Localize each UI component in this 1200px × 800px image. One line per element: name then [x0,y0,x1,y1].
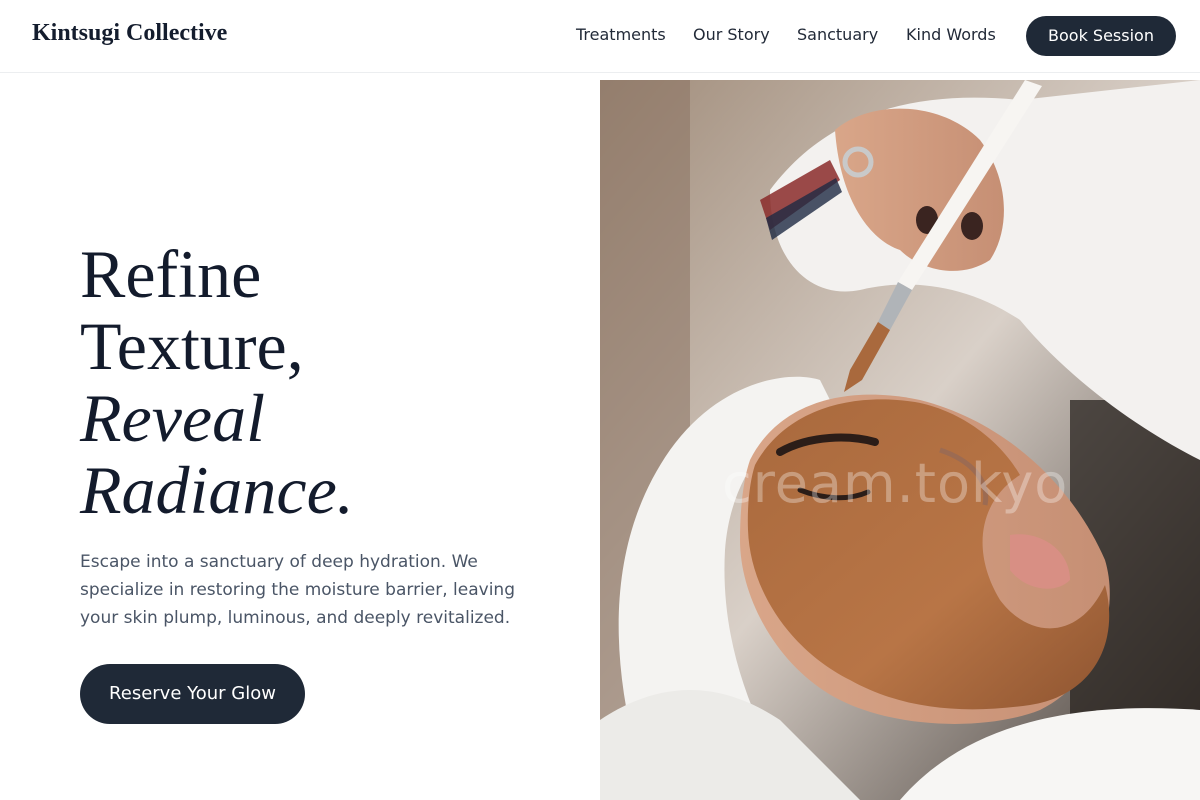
headline-line-1: Refine [80,236,262,312]
hero-description: Escape into a sanctuary of deep hydratio… [80,552,515,628]
nav-item-sanctuary[interactable]: Sanctuary [797,24,878,46]
hero-section: Refine Texture, Reveal Radiance. [80,238,560,526]
hero-image-facial-treatment: cream.tokyo [600,80,1200,800]
facial-treatment-illustration [600,80,1200,800]
hero-headline: Refine Texture, Reveal Radiance. [80,238,560,526]
headline-line-2: Texture, [80,308,304,384]
nav-item-kind-words[interactable]: Kind Words [906,24,996,46]
main-nav: Treatments Our Story Sanctuary Kind Word… [0,24,1200,48]
top-navigation-bar: Kintsugi Collective Treatments Our Story… [0,0,1200,73]
headline-line-3: Reveal [80,380,265,456]
image-watermark: cream.tokyo [722,452,1069,515]
nav-item-treatments[interactable]: Treatments [576,24,666,46]
nav-item-our-story[interactable]: Our Story [693,24,770,46]
book-session-button[interactable]: Book Session [1026,16,1176,56]
reserve-your-glow-button[interactable]: Reserve Your Glow [80,664,305,724]
headline-line-4: Radiance. [80,452,354,528]
